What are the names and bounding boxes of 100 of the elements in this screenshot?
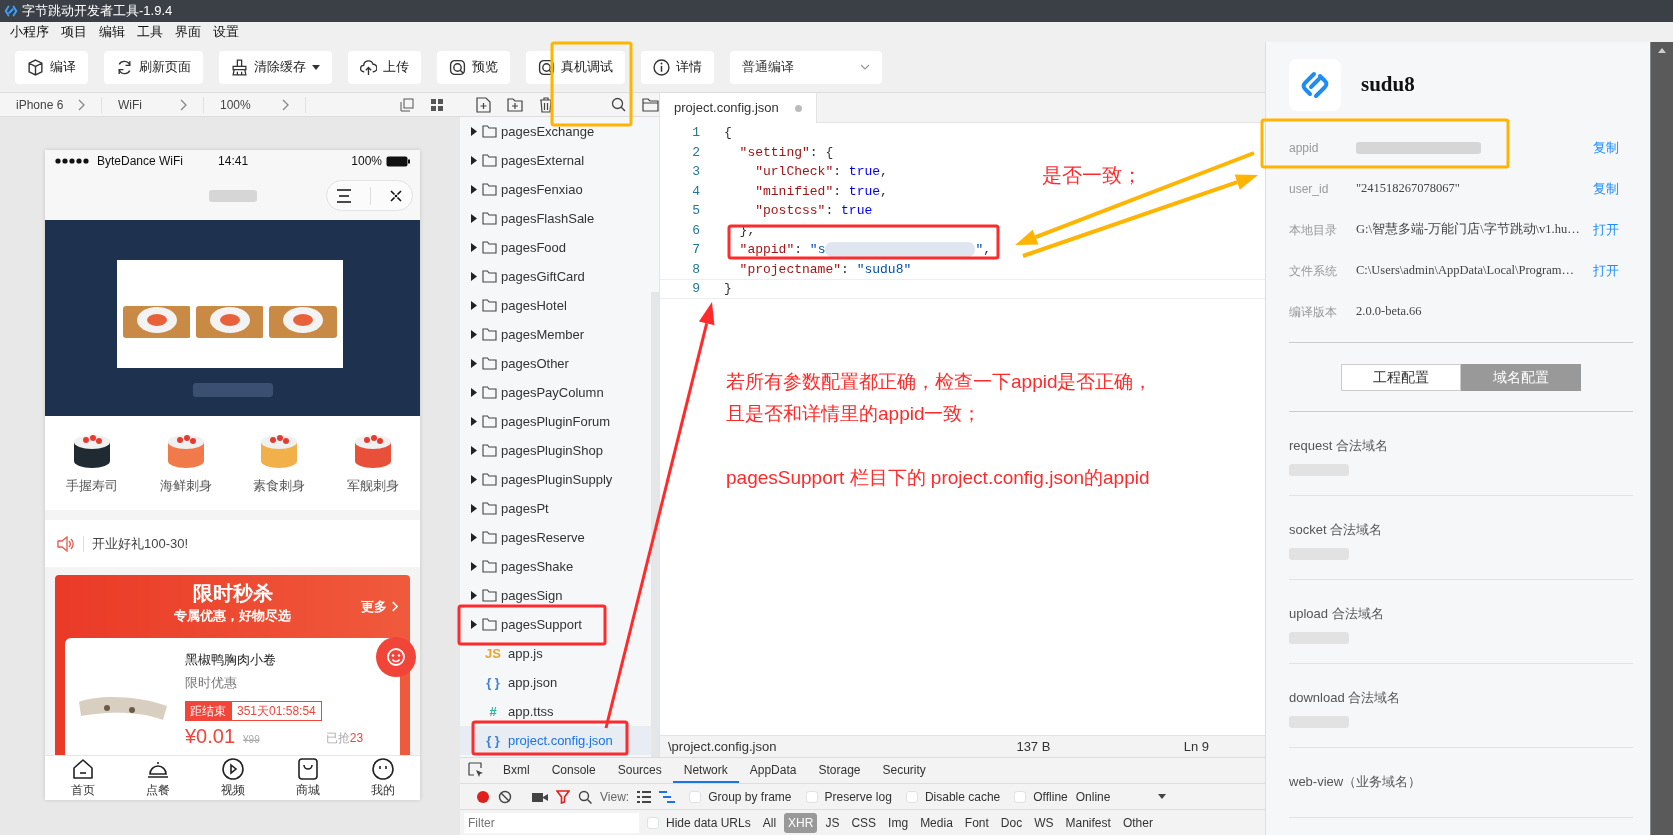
- filter-type[interactable]: All: [758, 813, 781, 833]
- tree-item[interactable]: pagesFlashSale: [460, 204, 651, 233]
- tree-item[interactable]: pagesReserve: [460, 523, 651, 552]
- new-file-icon[interactable]: [476, 96, 491, 113]
- toolbar-button[interactable]: 详情: [641, 50, 714, 84]
- scrollbar[interactable]: [1650, 42, 1673, 835]
- menu-item[interactable]: 工具: [131, 22, 169, 42]
- toolbar-button[interactable]: 预览: [437, 50, 510, 84]
- tab-item[interactable]: 首页: [70, 757, 95, 799]
- tree-item[interactable]: pagesFood: [460, 233, 651, 262]
- filter-type[interactable]: Doc: [996, 813, 1027, 833]
- zoom-selector[interactable]: 100%: [204, 96, 306, 113]
- chat-button[interactable]: [376, 637, 416, 677]
- devtools-tab[interactable]: AppData: [738, 758, 808, 783]
- checkbox[interactable]: [647, 817, 659, 829]
- category-label[interactable]: 海鲜刺身: [159, 476, 212, 496]
- list-view-icon[interactable]: [637, 790, 652, 803]
- tree-item[interactable]: pagesExternal: [460, 146, 651, 175]
- bag-icon: [295, 757, 320, 781]
- tab-item[interactable]: 我的: [370, 757, 395, 799]
- checkbox[interactable]: [805, 790, 818, 803]
- checkbox[interactable]: [1014, 790, 1027, 803]
- filter-type[interactable]: Manifest: [1061, 813, 1115, 833]
- toolbar-button[interactable]: 编译: [15, 50, 88, 84]
- menu-item[interactable]: 小程序: [4, 22, 55, 42]
- tab-item[interactable]: 点餐: [145, 757, 170, 799]
- category-label[interactable]: 军舰刺身: [347, 476, 400, 496]
- menu-item[interactable]: 界面: [169, 22, 207, 42]
- camera-icon[interactable]: [532, 790, 548, 803]
- tree-item[interactable]: pagesPluginForum: [460, 407, 651, 436]
- inspect-icon[interactable]: [468, 762, 484, 778]
- grid-icon[interactable]: [430, 97, 444, 112]
- filter-type[interactable]: Font: [960, 813, 993, 833]
- tree-item[interactable]: pagesExchange: [460, 117, 651, 146]
- compile-mode-dropdown[interactable]: 普通编译: [730, 50, 882, 84]
- filter-type[interactable]: JS: [821, 813, 844, 833]
- tree-item[interactable]: pagesOther: [460, 349, 651, 378]
- menu-item[interactable]: 项目: [55, 22, 93, 42]
- network-selector[interactable]: WiFi: [102, 96, 204, 113]
- tree-item[interactable]: pagesGiftCard: [460, 262, 651, 291]
- code-text: ",: [975, 241, 992, 259]
- tree-item[interactable]: pagesPluginShop: [460, 436, 651, 465]
- search-icon[interactable]: [611, 97, 626, 112]
- devtools-tab[interactable]: Network: [672, 758, 739, 783]
- tab-item[interactable]: 商城: [295, 757, 320, 799]
- filter-type[interactable]: WS: [1030, 813, 1058, 833]
- tree-item[interactable]: pagesShake: [460, 552, 651, 581]
- blurred-title: [208, 190, 257, 202]
- tree-item[interactable]: pagesMember: [460, 320, 651, 349]
- toolbar-button[interactable]: 刷新页面: [104, 50, 203, 84]
- clear-icon[interactable]: [498, 789, 512, 804]
- checkbox[interactable]: [689, 790, 702, 803]
- tree-item[interactable]: pagesSupport: [460, 610, 651, 639]
- filter-field[interactable]: Filter: [464, 813, 639, 833]
- filter-type[interactable]: Img: [884, 813, 913, 833]
- tree-item[interactable]: pagesSign: [460, 581, 651, 610]
- record-icon[interactable]: [476, 789, 490, 804]
- copy-window-icon[interactable]: [400, 97, 414, 112]
- new-folder-icon[interactable]: [507, 97, 523, 112]
- close-icon[interactable]: [389, 188, 403, 203]
- menu-icon[interactable]: [336, 188, 352, 203]
- folder-icon[interactable]: [642, 97, 659, 112]
- tree-item[interactable]: pagesPt: [460, 494, 651, 523]
- devtools-tab[interactable]: Sources: [606, 758, 673, 783]
- waterfall-icon[interactable]: [659, 790, 676, 803]
- menu-item[interactable]: 设置: [207, 22, 245, 42]
- tree-item[interactable]: { } app.json: [460, 668, 651, 697]
- toolbar-button[interactable]: 清除缓存: [219, 50, 332, 84]
- checkbox[interactable]: [905, 790, 918, 803]
- tree-item[interactable]: { } project.config.json: [460, 726, 651, 755]
- scrollbar-thumb[interactable]: [651, 292, 659, 757]
- filter-type[interactable]: CSS: [847, 813, 881, 833]
- tree-item[interactable]: pagesHotel: [460, 291, 651, 320]
- search-icon[interactable]: [578, 789, 592, 804]
- code-text: "minified": true,: [754, 182, 888, 201]
- category-label[interactable]: 素食刺身: [253, 476, 306, 496]
- devtools-tab[interactable]: Security: [871, 758, 937, 783]
- tree-item[interactable]: pagesFenxiao: [460, 175, 651, 204]
- throttle-dropdown[interactable]: Online: [1075, 787, 1167, 806]
- devtools-tab[interactable]: Bxml: [492, 758, 541, 783]
- tree-item[interactable]: pagesPluginSupply: [460, 465, 651, 494]
- devtools-tab[interactable]: Storage: [807, 758, 872, 783]
- tree-item[interactable]: # app.ttss: [460, 697, 651, 726]
- product-card[interactable]: 黑椒鸭胸肉小卷 限时优惠 距结束 351天01:58:54 ¥0.01 ¥99 已抢23: [65, 637, 400, 755]
- tree-item[interactable]: JS app.js: [460, 639, 651, 668]
- tab-item[interactable]: 视频: [220, 757, 245, 799]
- toolbar-button[interactable]: 上传: [348, 50, 421, 84]
- device-selector[interactable]: iPhone 6: [0, 96, 102, 113]
- trash-icon[interactable]: [539, 96, 553, 113]
- devtools-tab[interactable]: Console: [540, 758, 607, 783]
- menu-item[interactable]: 编辑: [93, 22, 131, 42]
- filter-icon[interactable]: [556, 789, 570, 804]
- segment-tab[interactable]: 工程配置: [1341, 364, 1462, 391]
- toolbar-button[interactable]: 真机调试: [526, 50, 625, 84]
- editor-tab[interactable]: project.config.json: [660, 93, 817, 123]
- face-icon: [370, 757, 395, 781]
- tree-item[interactable]: pagesPayColumn: [460, 378, 651, 407]
- filter-type[interactable]: Other: [1118, 813, 1157, 833]
- filter-type[interactable]: Media: [916, 813, 957, 833]
- category-label[interactable]: 手握寿司: [65, 476, 118, 496]
